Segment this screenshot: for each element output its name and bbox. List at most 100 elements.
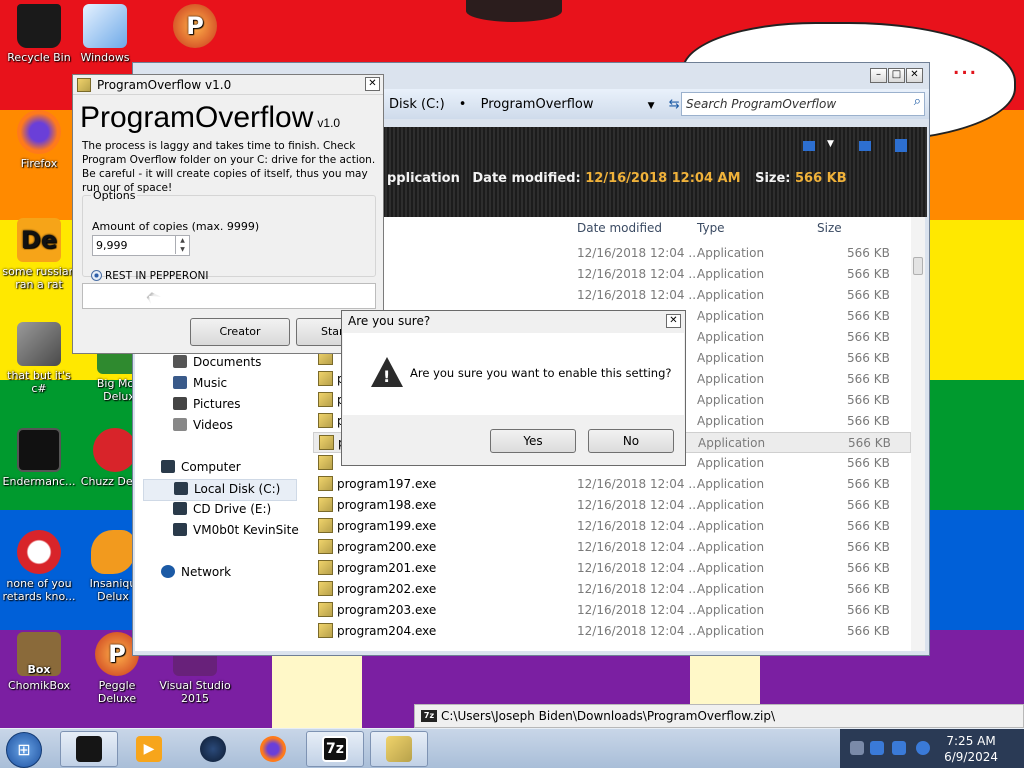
executable-icon [318,413,333,428]
refresh-icon[interactable]: ⇆ [669,97,680,112]
creator-button[interactable]: Creator [190,318,290,346]
search-icon[interactable]: ⌕ [914,94,921,109]
vertical-scrollbar[interactable] [911,217,925,651]
pictures-icon [173,397,187,410]
amount-input[interactable] [93,236,173,255]
videos-icon [173,418,187,431]
nav-computer[interactable]: Computer [161,460,241,474]
help-icon[interactable] [895,139,907,152]
dialog-message: Are you sure you want to enable this set… [410,366,672,380]
minimize-button[interactable]: – [870,68,887,83]
cursor-arrow-icon [139,286,161,304]
executable-icon [318,497,333,512]
firefox-icon [260,736,286,762]
tray-flag-icon[interactable] [850,741,864,755]
executable-icon [318,539,333,554]
system-tray: 7:25 AM 6/9/2024 [840,729,1024,768]
breadcrumb-disk[interactable]: Disk (C:) [389,97,445,112]
file-row[interactable]: program200.exe 12/16/2018 12:04 ... Applic… [313,537,911,558]
radio-dot-icon [91,270,102,281]
file-row[interactable]: program197.exe 12/16/2018 12:04 ... Applic… [313,474,911,495]
column-date-modified[interactable]: Date modified [577,221,662,235]
desktop-icon-de[interactable]: De some russian ran a rat [0,218,78,291]
7zip-icon: 7z [421,710,437,722]
file-row[interactable]: program198.exe 12/16/2018 12:04 ... Applic… [313,495,911,516]
rest-in-pepperoni-radio[interactable]: REST IN PEPPERONI [91,270,208,282]
po-heading: ProgramOverflow v1.0 [80,101,341,134]
dialog-close-button[interactable]: ✕ [666,314,681,328]
peggle-icon: P [173,4,217,48]
nav-pictures[interactable]: Pictures [173,397,241,411]
desktop-icon-endermanch[interactable]: Endermanc... [0,428,78,488]
nav-videos[interactable]: Videos [173,418,233,432]
maximize-button[interactable]: □ [888,68,905,83]
spin-up-icon[interactable]: ▲ [175,236,189,245]
spin-down-icon[interactable]: ▼ [175,245,189,254]
tray-shield-icon[interactable] [870,741,884,755]
network-icon [161,565,175,578]
nav-network[interactable]: Network [161,565,231,579]
nav-cd-drive[interactable]: CD Drive (E:) [173,502,271,516]
executable-icon [318,581,333,596]
amount-stepper[interactable]: ▲ ▼ [92,235,190,256]
documents-icon [173,355,187,368]
taskbar: ⊞ ▶ 7z 7:25 AM 6/9/2024 [0,728,1024,768]
dialog-titlebar[interactable]: Are you sure? ✕ [342,311,685,332]
desktop-icon-windows[interactable]: Windows [66,4,144,64]
po-titlebar[interactable]: ProgramOverflow v1.0 ✕ [73,75,383,95]
start-button[interactable]: ⊞ [6,732,42,768]
executable-icon [319,435,334,450]
red-dragon-icon [17,530,61,574]
file-row[interactable]: program202.exe 12/16/2018 12:04 ... Applic… [313,579,911,600]
chevron-down-icon[interactable]: ▼ [648,101,655,111]
taskbar-app-black-box[interactable] [60,731,118,767]
nav-local-disk[interactable]: Local Disk (C:) [143,479,297,501]
taskbar-app-media-player[interactable]: ▶ [120,731,178,767]
windows-mail-icon [83,4,127,48]
column-type[interactable]: Type [697,221,725,235]
yes-button[interactable]: Yes [490,429,576,453]
taskbar-app-firefox[interactable] [244,731,302,767]
chevron-down-icon[interactable]: ▼ [827,139,834,149]
close-button[interactable]: ✕ [906,68,923,83]
confirm-dialog: Are you sure? ✕ ! Are you sure you want … [341,310,686,466]
file-row[interactable]: program204.exe 12/16/2018 12:04 ... Applic… [313,621,911,642]
file-row[interactable]: program203.exe 12/16/2018 12:04 ... Applic… [313,600,911,621]
executable-icon [318,371,333,386]
tray-network-icon[interactable] [892,741,906,755]
search-input[interactable]: Search ProgramOverflow [681,92,925,116]
nav-vm0b0t[interactable]: VM0b0t KevinSite [173,523,299,537]
nav-music[interactable]: Music [173,376,227,390]
preview-pane-icon[interactable] [859,141,871,151]
options-group: Options Amount of copies (max. 9999) ▲ ▼… [82,189,376,282]
file-row[interactable]: program199.exe 12/16/2018 12:04 ... Applic… [313,516,911,537]
taskbar-app-program-overflow[interactable] [370,731,428,767]
amount-label: Amount of copies (max. 9999) [92,220,260,233]
view-icon[interactable] [803,141,815,151]
desktop-icon-chomikbox[interactable]: Box ChomikBox [0,632,78,692]
clock[interactable]: 7:25 AM 6/9/2024 [944,733,998,765]
file-row[interactable]: program201.exe 12/16/2018 12:04 ... Applic… [313,558,911,579]
insaniquarium-icon [91,530,135,574]
file-row[interactable]: 88.exe12/16/2018 12:04 ...Application566… [313,285,911,306]
desktop-icon-firefox[interactable]: Firefox [0,110,78,170]
progress-bar [82,283,376,309]
desktop-icon-red-dragon[interactable]: none of you retards kno... [0,530,78,603]
breadcrumb-folder[interactable]: ProgramOverflow [481,97,594,112]
no-button[interactable]: No [588,429,674,453]
computer-icon [161,460,175,473]
tray-volume-icon[interactable] [916,741,930,755]
taskbar-app-sphere[interactable] [184,731,242,767]
nav-documents[interactable]: Documents [173,355,261,369]
file-row[interactable]: 87.exe12/16/2018 12:04 ...Application566… [313,264,911,285]
file-row[interactable]: 86.exe12/16/2018 12:04 ...Application566… [313,243,911,264]
executable-icon [318,476,333,491]
cd-drive-icon [173,502,187,515]
column-size[interactable]: Size [817,221,842,235]
desktop-icon-peggle[interactable]: P [156,4,234,51]
desktop-icon-that-but-csharp[interactable]: that but it's c# [0,322,78,395]
taskbar-app-7zip[interactable]: 7z [306,731,364,767]
po-close-button[interactable]: ✕ [365,77,380,91]
chuzzle-icon [93,428,137,472]
scrollbar-thumb[interactable] [913,257,923,275]
